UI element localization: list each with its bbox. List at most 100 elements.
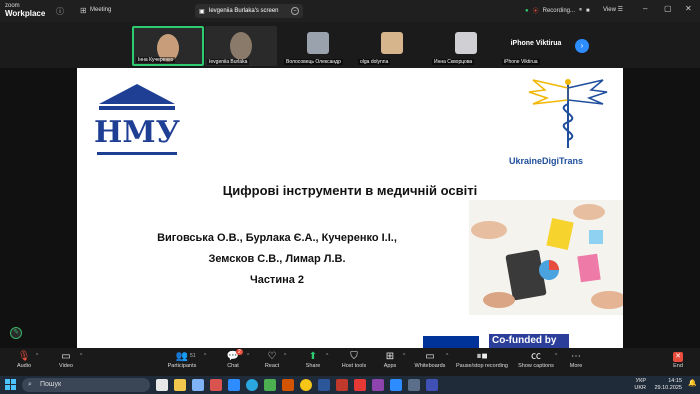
close-icon[interactable]: ✕	[685, 4, 692, 13]
recording-indicator[interactable]: ● ⦿ Recording... ⏸ ■	[525, 6, 590, 15]
participant-avatar	[455, 32, 477, 54]
teamwork-photo	[469, 200, 623, 315]
audio-options-chevron-icon[interactable]: ^	[36, 353, 38, 359]
apps-label: Apps	[383, 363, 397, 369]
search-icon: ⌕	[28, 381, 32, 388]
next-page-icon[interactable]: ›	[575, 39, 589, 53]
office-app-icon[interactable]	[210, 379, 222, 391]
participant-video	[230, 32, 252, 60]
participant-name: Волосовець Олександр	[284, 59, 343, 65]
stop-view-icon[interactable]: –	[291, 7, 299, 15]
share-options-chevron-icon[interactable]: ^	[326, 353, 328, 359]
participant-tile[interactable]: iPhone Viktirua iPhone Viktirua	[500, 26, 572, 66]
powerpoint-app-icon[interactable]	[282, 379, 294, 391]
meeting-toolbar: 🎙 Audio ^ ▭ Video ^ 👥 Participants 51 ^ …	[0, 348, 700, 376]
shared-screen-area: НМУ UkraineDigiTrans Цифрові інструменти…	[0, 68, 700, 348]
eu-flag	[423, 336, 479, 348]
end-label: End	[673, 363, 683, 369]
audio-label: Audio	[16, 363, 32, 369]
folder-app-icon[interactable]	[174, 379, 186, 391]
participants-label: Participants	[167, 363, 197, 369]
minimize-icon[interactable]: –	[643, 4, 647, 13]
partner-logo-text: UkraineDigiTrans	[509, 156, 584, 166]
screen-share-icon: ▣	[199, 8, 205, 15]
slide-part: Частина 2	[249, 274, 305, 286]
zoom-logo-line2: Workplace	[5, 9, 46, 18]
react-options-chevron-icon[interactable]: ^	[284, 353, 286, 359]
whiteboards-button[interactable]: ▭ Whiteboards	[410, 351, 450, 369]
cofunded-banner: Co-funded by	[489, 334, 569, 348]
meeting-label[interactable]: Meeting	[90, 7, 111, 13]
participant-tile[interactable]: Волосовець Олександр	[282, 26, 354, 66]
taskbar-app-icon[interactable]	[408, 379, 420, 391]
host-tools-button[interactable]: ⛉ Host tools	[334, 351, 374, 369]
host-tools-label: Host tools	[341, 363, 367, 369]
file-explorer-app-icon[interactable]	[156, 379, 168, 391]
zoom-app-icon[interactable]	[390, 379, 402, 391]
view-label: View	[603, 7, 616, 13]
chat-unread-badge: 2	[236, 349, 243, 355]
pdf-app-icon[interactable]	[354, 379, 366, 391]
meeting-grid-icon[interactable]: ⊞	[80, 6, 87, 15]
show-captions-button[interactable]: ㏄ Show captions	[515, 351, 557, 369]
participant-gallery: Інна Кучеренко Ievgeniia Burlaka Волосов…	[0, 22, 700, 68]
clock[interactable]: 14:15 29.10.2025	[648, 378, 682, 392]
language-top: УКР	[635, 378, 646, 384]
shield-icon: ⛉	[350, 351, 358, 362]
clock-time: 14:15	[668, 378, 682, 384]
taskbar-app-icon[interactable]	[426, 379, 438, 391]
chat-options-chevron-icon[interactable]: ^	[247, 353, 249, 359]
video-label: Video	[59, 363, 73, 369]
more-icon: ⋯	[571, 351, 581, 362]
participants-button[interactable]: 👥 Participants	[162, 351, 202, 369]
apps-options-chevron-icon[interactable]: ^	[403, 353, 405, 359]
screen-share-tab[interactable]: ▣ Ievgeniia Burlaka's screen –	[195, 4, 303, 18]
more-button[interactable]: ⋯ More	[556, 351, 596, 369]
teams-app-icon[interactable]	[372, 379, 384, 391]
whiteboards-options-chevron-icon[interactable]: ^	[446, 353, 448, 359]
view-button[interactable]: View ☰	[603, 6, 623, 13]
annotate-pencil-icon[interactable]: ✎	[10, 327, 22, 339]
language-indicator[interactable]: УКР UKR	[626, 378, 646, 392]
svg-text:НМУ: НМУ	[94, 115, 181, 150]
windows-taskbar: ⌕ Пошук УКР UKR 14:15 29.10.2025 🔔	[0, 376, 700, 394]
participant-avatar	[307, 32, 329, 54]
end-meeting-button[interactable]: ✕ End	[668, 351, 688, 369]
zoom-logo: zoom Workplace	[5, 3, 46, 18]
windows-start-icon[interactable]	[5, 379, 16, 390]
video-options-chevron-icon[interactable]: ^	[80, 353, 82, 359]
stop-icon[interactable]: ■	[586, 8, 590, 14]
participant-tile[interactable]: Інна Кучеренко	[132, 26, 204, 66]
participant-tile[interactable]: Инна Скворцова	[430, 26, 502, 66]
security-icon[interactable]: ⓘ	[56, 6, 64, 17]
screen-share-label: Ievgeniia Burlaka's screen	[208, 8, 279, 14]
mail-app-icon[interactable]	[228, 379, 240, 391]
participants-count: 51	[190, 353, 196, 359]
word-app-icon[interactable]	[318, 379, 330, 391]
maximize-icon[interactable]: ▢	[664, 4, 672, 13]
chrome-app-icon[interactable]	[300, 379, 312, 391]
pause-icon[interactable]: ⏸	[579, 7, 582, 14]
pause-stop-recording-button[interactable]: ⏸■ Pause/stop recording	[455, 351, 509, 369]
taskbar-search-box[interactable]: ⌕ Пошук	[22, 378, 150, 392]
participant-name: Ievgeniia Burlaka	[207, 59, 250, 65]
share-label: Share	[305, 363, 321, 369]
more-label: More	[569, 363, 583, 369]
recording-dot-icon: ⦿	[532, 9, 539, 15]
excel-app-icon[interactable]	[264, 379, 276, 391]
whiteboards-label: Whiteboards	[414, 363, 446, 369]
presentation-slide: НМУ UkraineDigiTrans Цифрові інструменти…	[77, 68, 623, 348]
participant-name: olga dolynna	[358, 59, 391, 65]
participant-tile[interactable]: Ievgeniia Burlaka	[205, 26, 277, 66]
recording-label: Recording...	[542, 7, 575, 14]
participants-options-chevron-icon[interactable]: ^	[204, 353, 206, 359]
language-bottom: UKR	[634, 385, 646, 391]
participants-icon: 👥	[175, 351, 189, 362]
nmu-logo: НМУ	[94, 84, 181, 155]
edge-app-icon[interactable]	[246, 379, 258, 391]
participant-name: iPhone Viktirua	[502, 59, 540, 65]
notifications-icon[interactable]: 🔔	[688, 380, 697, 387]
acrobat-app-icon[interactable]	[336, 379, 348, 391]
store-app-icon[interactable]	[192, 379, 204, 391]
participant-tile[interactable]: olga dolynna	[356, 26, 428, 66]
